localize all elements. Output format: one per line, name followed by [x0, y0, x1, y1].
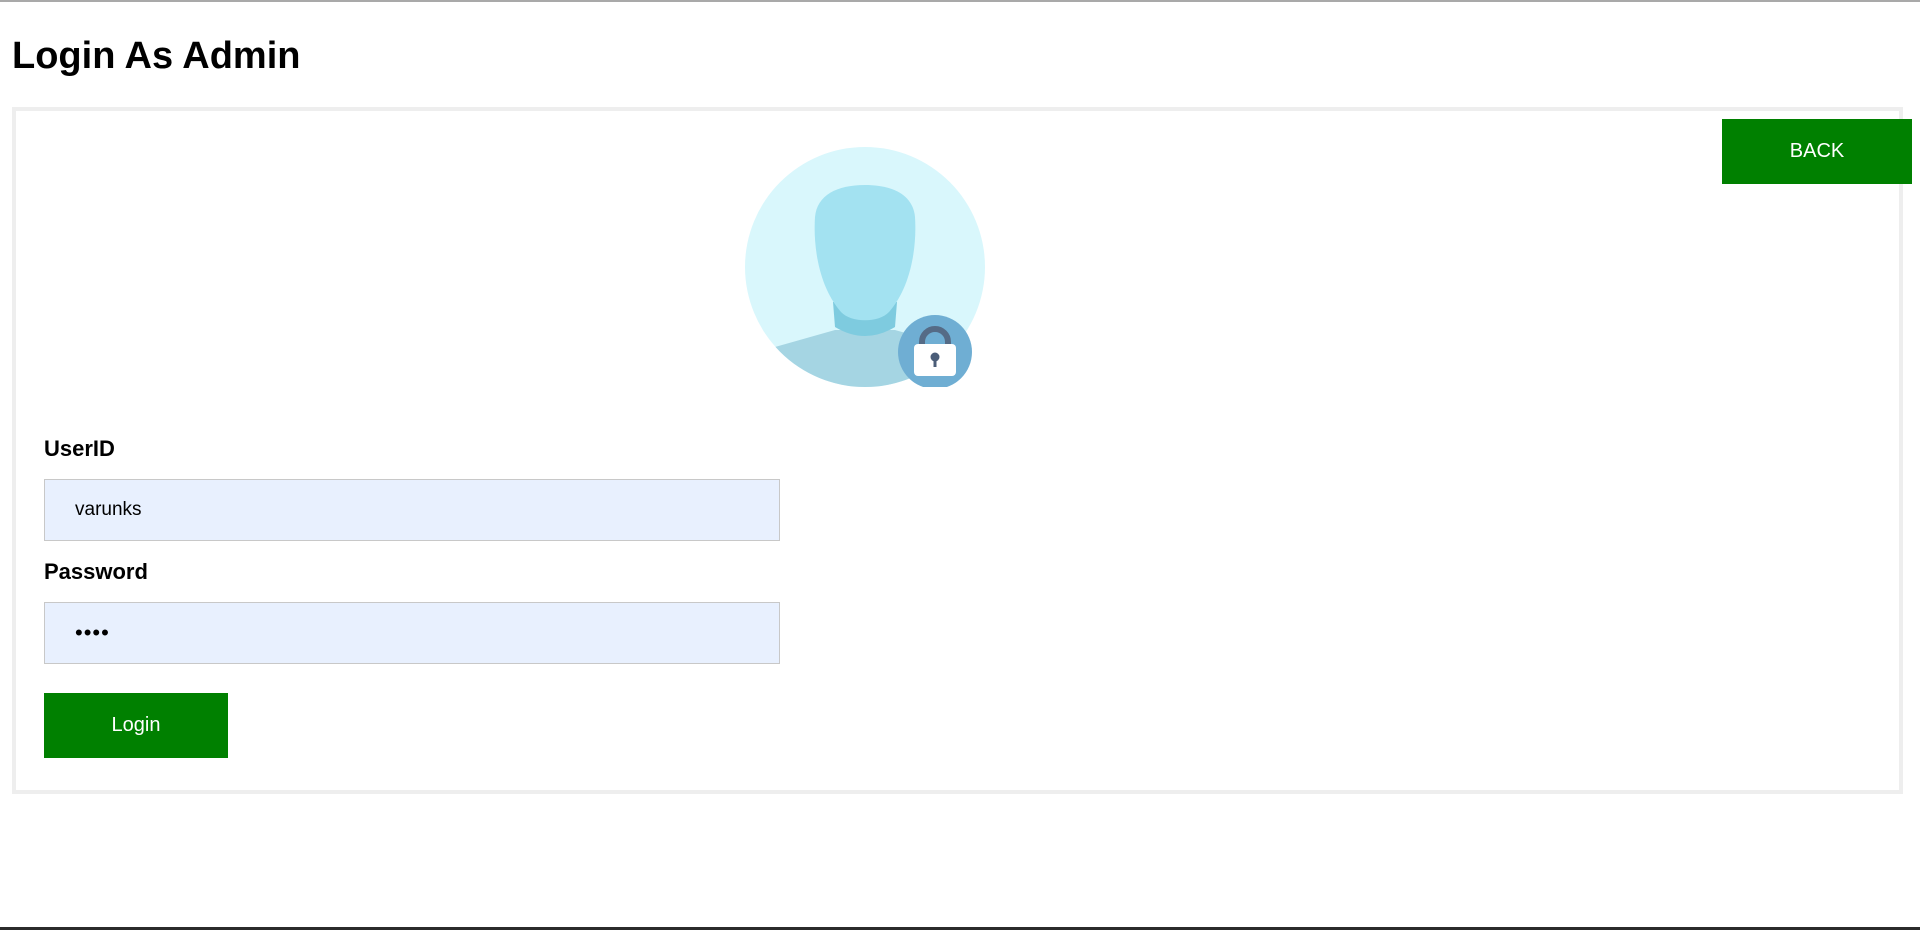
login-button[interactable]: Login	[44, 693, 228, 758]
top-divider	[0, 0, 1920, 2]
lock-icon	[898, 315, 972, 387]
password-input[interactable]	[44, 602, 780, 664]
password-label: Password	[44, 559, 148, 584]
page-title: Login As Admin	[12, 35, 301, 77]
admin-avatar-icon	[745, 147, 985, 387]
back-button[interactable]: BACK	[1722, 119, 1912, 184]
userid-label: UserID	[44, 436, 115, 461]
userid-input[interactable]	[44, 479, 780, 541]
login-panel: BACK UserID Password Login	[12, 107, 1912, 794]
